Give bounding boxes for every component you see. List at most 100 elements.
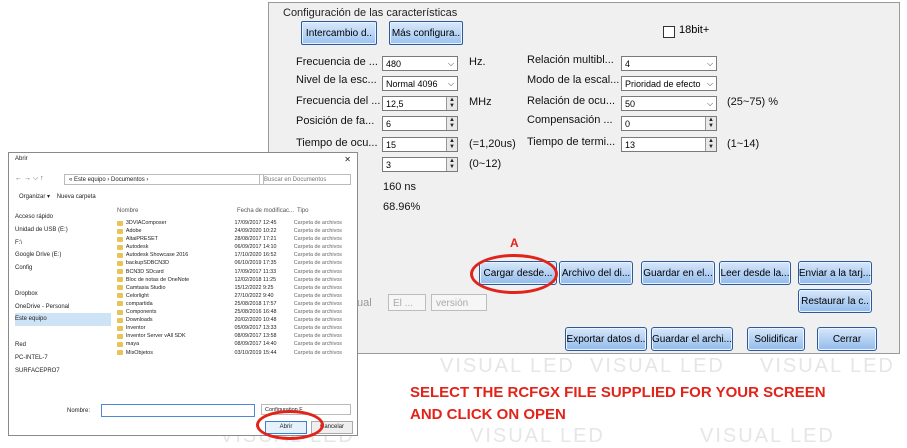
nav-pane-item[interactable]: PC-INTEL-7 xyxy=(15,352,111,365)
folder-icon xyxy=(117,317,123,323)
save-file-button[interactable]: Guardar el archi... xyxy=(651,327,733,351)
nav-pane-item[interactable]: Unidad de USB (E:) xyxy=(15,224,111,237)
file-name: Adobe xyxy=(125,228,142,235)
field-value: Normal 4096 xyxy=(386,79,438,89)
exchange-button[interactable]: Intercambio d.. xyxy=(301,21,377,45)
breadcrumb[interactable]: « Este equipo › Documentos › xyxy=(64,174,264,185)
nav-pane-item[interactable]: Este equipo xyxy=(15,313,111,327)
file-row[interactable]: Inventor Server vAll SDK 08/09/2017 13:58… xyxy=(117,332,353,340)
file-date: 12/02/2018 11:25 xyxy=(234,276,277,283)
stat-value: 160 ns xyxy=(383,181,417,193)
nav-pane-item[interactable]: Red xyxy=(15,339,111,352)
file-row[interactable]: 3DVIAComposer 17/09/2017 12:45 Carpeta de … xyxy=(117,219,353,227)
file-row[interactable]: Celorlight 27/10/2022 9:40 Carpeta de arch… xyxy=(117,292,353,300)
file-row[interactable]: MisObjetos 03/10/2019 15:44 Carpeta de arc… xyxy=(117,349,353,357)
file-name: Inventor Server vAll SDK xyxy=(125,333,186,340)
spinner-icon[interactable]: ▲ ▼ xyxy=(705,117,716,130)
file-name: BCN3D SDcard xyxy=(125,268,164,275)
nav-pane-item[interactable]: Config xyxy=(15,262,111,275)
param-stepper[interactable]: 6 ▲ ▼ xyxy=(382,116,458,131)
file-date: 24/09/2020 10:22 xyxy=(234,228,277,235)
file-row[interactable]: maya 08/09/2017 14:40 Carpeta de archivos xyxy=(117,340,353,348)
column-header-name[interactable]: Nombre xyxy=(117,208,138,214)
folder-icon xyxy=(117,350,123,355)
export-data-button[interactable]: Exportar datos d.. xyxy=(565,327,647,351)
spinner-icon[interactable]: ▲ ▼ xyxy=(446,158,457,171)
close-button[interactable]: Cerrar xyxy=(817,327,877,351)
field-value: 480 xyxy=(386,59,402,69)
param-dropdown[interactable]: 50 ⌵ xyxy=(621,96,717,111)
read-from-button[interactable]: Leer desde la... xyxy=(719,261,791,285)
new-folder-button[interactable]: Nueva carpeta xyxy=(57,194,96,200)
param-stepper[interactable]: 12,5 ▲ ▼ xyxy=(382,96,458,111)
param-stepper[interactable]: 3 ▲ ▼ xyxy=(382,157,458,172)
nav-pane-item[interactable]: Google Drive (E:) xyxy=(15,249,111,262)
section-title: Configuración de las características xyxy=(283,7,458,19)
param-stepper[interactable]: 15 ▲ ▼ xyxy=(382,137,458,152)
param-dropdown[interactable]: Normal 4096 ⌵ xyxy=(382,76,458,91)
file-row[interactable]: Autodesk 06/09/2017 14:10 Carpeta de archi… xyxy=(117,243,353,251)
param-dropdown[interactable]: 4 ⌵ xyxy=(621,56,717,71)
unit-label: (=1,20us) xyxy=(469,138,516,150)
file-name: 3DVIAComposer xyxy=(125,220,167,226)
file-date: 27/10/2022 9:40 xyxy=(234,292,274,299)
filename-label: Nombre: xyxy=(67,408,91,414)
file-name: Components xyxy=(125,309,157,316)
file-row[interactable]: Components 25/08/2016 16:48 Carpeta de arc… xyxy=(117,308,353,316)
file-name: Downloads xyxy=(125,317,153,324)
file-row[interactable]: compartida 25/08/2018 17:57 Carpeta de arc… xyxy=(117,300,353,308)
param-label: Tiempo de ocu... xyxy=(296,137,378,149)
column-header-date[interactable]: Fecha de modificac... xyxy=(237,208,294,214)
file-date: 20/02/2020 10:48 xyxy=(234,317,277,324)
nav-pane-item[interactable]: Acceso rápido xyxy=(15,211,111,224)
file-name: Celorlight xyxy=(125,292,149,299)
nav-pane-item[interactable] xyxy=(15,326,111,339)
save-to-button[interactable]: Guardar en el... xyxy=(641,261,715,285)
spinner-icon[interactable]: ▲ ▼ xyxy=(446,117,457,130)
restore-button[interactable]: Restaurar la c.. xyxy=(798,289,872,313)
file-type: Carpeta de archivos xyxy=(293,252,343,259)
param-dropdown[interactable]: 480 ⌵ xyxy=(382,56,458,71)
file-type: Carpeta de archivos xyxy=(293,349,343,356)
spinner-icon[interactable]: ▲ ▼ xyxy=(446,97,457,110)
nav-pane-item[interactable]: F:\ xyxy=(15,237,111,250)
organize-button[interactable]: Organizar ▾ xyxy=(19,194,50,200)
close-icon[interactable]: ✕ xyxy=(344,155,351,164)
filename-input[interactable] xyxy=(101,404,255,417)
file-button[interactable]: Archivo del di... xyxy=(559,261,633,285)
file-row[interactable]: Adobe 24/09/2020 10:22 Carpeta de archivos xyxy=(117,227,353,235)
18bit-checkbox[interactable] xyxy=(663,26,675,38)
param-label: Posición de fa... xyxy=(296,115,375,127)
file-row[interactable]: Bloc de notas de OneNote 12/02/2018 11:25… xyxy=(117,276,353,284)
param-stepper[interactable]: 13 ▲ ▼ xyxy=(621,137,717,152)
more-settings-button[interactable]: Más configura.. xyxy=(389,21,463,45)
spinner-icon[interactable]: ▲ ▼ xyxy=(446,138,457,151)
nav-pane-item[interactable] xyxy=(15,275,111,288)
file-row[interactable]: AltaiPRESET 28/08/2017 17:21 Carpeta de ar… xyxy=(117,235,353,243)
search-input[interactable]: Buscar en Documentos xyxy=(259,174,351,185)
file-row[interactable]: Downloads 20/02/2020 10:48 Carpeta de arch… xyxy=(117,316,353,324)
param-label: Tiempo de termi... xyxy=(527,136,616,148)
param-dropdown[interactable]: Prioridad de efecto ⌵ xyxy=(621,76,717,91)
field-value: 13 xyxy=(625,140,636,150)
column-header-type[interactable]: Tipo xyxy=(297,208,308,214)
nav-pane-item[interactable]: Dropbox xyxy=(15,288,111,301)
nav-pane-item[interactable]: OneDrive - Personal xyxy=(15,301,111,314)
file-row[interactable]: BCN3D SDcard 17/09/2017 11:33 Carpeta de a… xyxy=(117,268,353,276)
file-name: Autodesk xyxy=(125,244,149,251)
spinner-icon[interactable]: ▲ ▼ xyxy=(705,138,716,151)
annotation-marker: A xyxy=(510,236,519,250)
file-row[interactable]: Camtasia Studio 15/12/2022 9:25 Carpeta de… xyxy=(117,284,353,292)
param-stepper[interactable]: 0 ▲ ▼ xyxy=(621,116,717,131)
send-to-card-button[interactable]: Enviar a la tarj... xyxy=(798,261,872,285)
solidify-button[interactable]: Solidificar xyxy=(747,327,805,351)
nav-pane-item[interactable]: SURFACEPRO7 xyxy=(15,365,111,378)
folder-icon xyxy=(117,260,123,266)
file-row[interactable]: backupSDBCN3D 06/10/2019 17:35 Carpeta de … xyxy=(117,259,353,267)
file-type: Carpeta de archivos xyxy=(293,236,343,243)
field-value: 15 xyxy=(386,140,397,150)
navigation-arrows[interactable]: ← → ⌵ ↑ xyxy=(15,175,44,183)
folder-icon xyxy=(117,301,123,307)
file-row[interactable]: Inventor 05/09/2017 13:33 Carpeta de archi… xyxy=(117,324,353,332)
file-row[interactable]: Autodesk Showcase 2016 17/10/2020 16:52 Ca… xyxy=(117,251,353,259)
